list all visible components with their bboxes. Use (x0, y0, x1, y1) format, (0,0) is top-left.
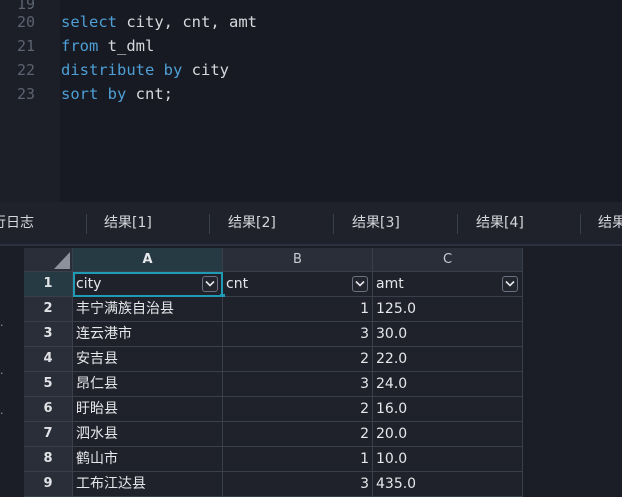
table-cell-amt[interactable]: 16.0 (373, 397, 523, 422)
header-cell-label: cnt (226, 276, 249, 292)
tab-separator (86, 214, 87, 234)
side-mark: . (0, 316, 4, 329)
sql-keyword: select (61, 13, 117, 31)
table-cell-city[interactable]: 工布江达县 (73, 472, 223, 497)
filter-dropdown-button[interactable] (502, 276, 518, 292)
table-cell-city[interactable]: 连云港市 (73, 322, 223, 347)
line-number: 23 (16, 85, 35, 103)
table-cell-city[interactable]: 泗水县 (73, 422, 223, 447)
left-side-panel: . . . (0, 246, 22, 486)
code-line[interactable]: select city, cnt, amt (61, 10, 257, 34)
row-header[interactable]: 3 (24, 322, 73, 347)
header-cell-label: city (76, 276, 102, 292)
sql-keyword: from (61, 37, 99, 55)
table-cell-cnt[interactable]: 2 (223, 347, 373, 372)
tab-separator (457, 214, 458, 234)
tab-result-1[interactable]: 结果[1] (104, 202, 152, 244)
code-line[interactable]: sort by cnt; (61, 82, 173, 106)
sql-keyword: distribute by (61, 61, 183, 79)
sql-text: t_dml (98, 37, 155, 55)
code-line[interactable]: distribute by city (61, 58, 229, 82)
column-header-b[interactable]: B (223, 248, 373, 272)
filter-header-cell[interactable]: amt (373, 272, 523, 297)
row-header[interactable]: 6 (24, 397, 73, 422)
row-header[interactable]: 5 (24, 372, 73, 397)
table-cell-city[interactable]: 昂仁县 (73, 372, 223, 397)
table-cell-cnt[interactable]: 2 (223, 422, 373, 447)
table-cell-amt[interactable]: 435.0 (373, 472, 523, 497)
table-cell-city[interactable]: 丰宁满族自治县 (73, 297, 223, 322)
tab-result-2[interactable]: 结果[2] (228, 202, 276, 244)
sql-text: city (182, 61, 229, 79)
line-number: 22 (16, 61, 35, 79)
result-grid: A B C 1 city cnt amt 2 丰宁满族自治县 1 125.0 3 连云港市 3 30.0 4 安… (24, 248, 523, 497)
code-line[interactable]: from t_dml (61, 34, 154, 58)
table-cell-cnt[interactable]: 1 (223, 297, 373, 322)
table-cell-cnt[interactable]: 3 (223, 322, 373, 347)
line-number: 21 (16, 37, 35, 55)
table-cell-amt[interactable]: 22.0 (373, 347, 523, 372)
chevron-down-icon (505, 280, 515, 287)
table-cell-amt[interactable]: 20.0 (373, 422, 523, 447)
sql-text: city, cnt, amt (117, 13, 257, 31)
table-cell-city[interactable]: 安吉县 (73, 347, 223, 372)
row-header[interactable]: 8 (24, 447, 73, 472)
column-header-c[interactable]: C (373, 248, 523, 272)
row-header[interactable]: 4 (24, 347, 73, 372)
table-cell-amt[interactable]: 24.0 (373, 372, 523, 397)
sql-editor[interactable]: 19 20 select city, cnt, amt 21 from t_dml 22 d… (0, 0, 622, 202)
table-cell-amt[interactable]: 30.0 (373, 322, 523, 347)
filter-header-cell[interactable]: city (73, 272, 223, 297)
column-header-a[interactable]: A (73, 248, 223, 272)
tab-result-5[interactable]: 结果 (598, 202, 622, 244)
sql-text: cnt; (126, 85, 173, 103)
table-cell-cnt[interactable]: 1 (223, 447, 373, 472)
row-header[interactable]: 2 (24, 297, 73, 322)
side-mark: . (0, 404, 4, 417)
tab-separator (333, 214, 334, 234)
table-cell-cnt[interactable]: 2 (223, 397, 373, 422)
row-header[interactable]: 1 (24, 272, 73, 297)
chevron-down-icon (205, 280, 215, 287)
line-number: 20 (16, 13, 35, 31)
table-cell-amt[interactable]: 125.0 (373, 297, 523, 322)
filter-header-cell[interactable]: cnt (223, 272, 373, 297)
table-cell-cnt[interactable]: 3 (223, 372, 373, 397)
tab-log[interactable]: 行日志 (0, 202, 34, 244)
filter-dropdown-button[interactable] (352, 276, 368, 292)
tab-separator (580, 214, 581, 234)
filter-dropdown-button[interactable] (202, 276, 218, 292)
table-cell-city[interactable]: 鹤山市 (73, 447, 223, 472)
result-tabs-bar: 行日志 结果[1] 结果[2] 结果[3] 结果[4] 结果 (0, 202, 622, 246)
row-header[interactable]: 7 (24, 422, 73, 447)
header-cell-label: amt (376, 276, 404, 292)
corner-triangle-icon (54, 252, 70, 269)
tab-separator (209, 214, 210, 234)
sql-keyword: sort by (61, 85, 127, 103)
table-cell-amt[interactable]: 10.0 (373, 447, 523, 472)
table-cell-city[interactable]: 盱眙县 (73, 397, 223, 422)
table-cell-cnt[interactable]: 3 (223, 472, 373, 497)
row-header[interactable]: 9 (24, 472, 73, 497)
tab-result-4[interactable]: 结果[4] (476, 202, 524, 244)
tab-result-3[interactable]: 结果[3] (352, 202, 400, 244)
chevron-down-icon (355, 280, 365, 287)
side-mark: . (0, 364, 4, 377)
select-all-corner[interactable] (24, 248, 73, 272)
